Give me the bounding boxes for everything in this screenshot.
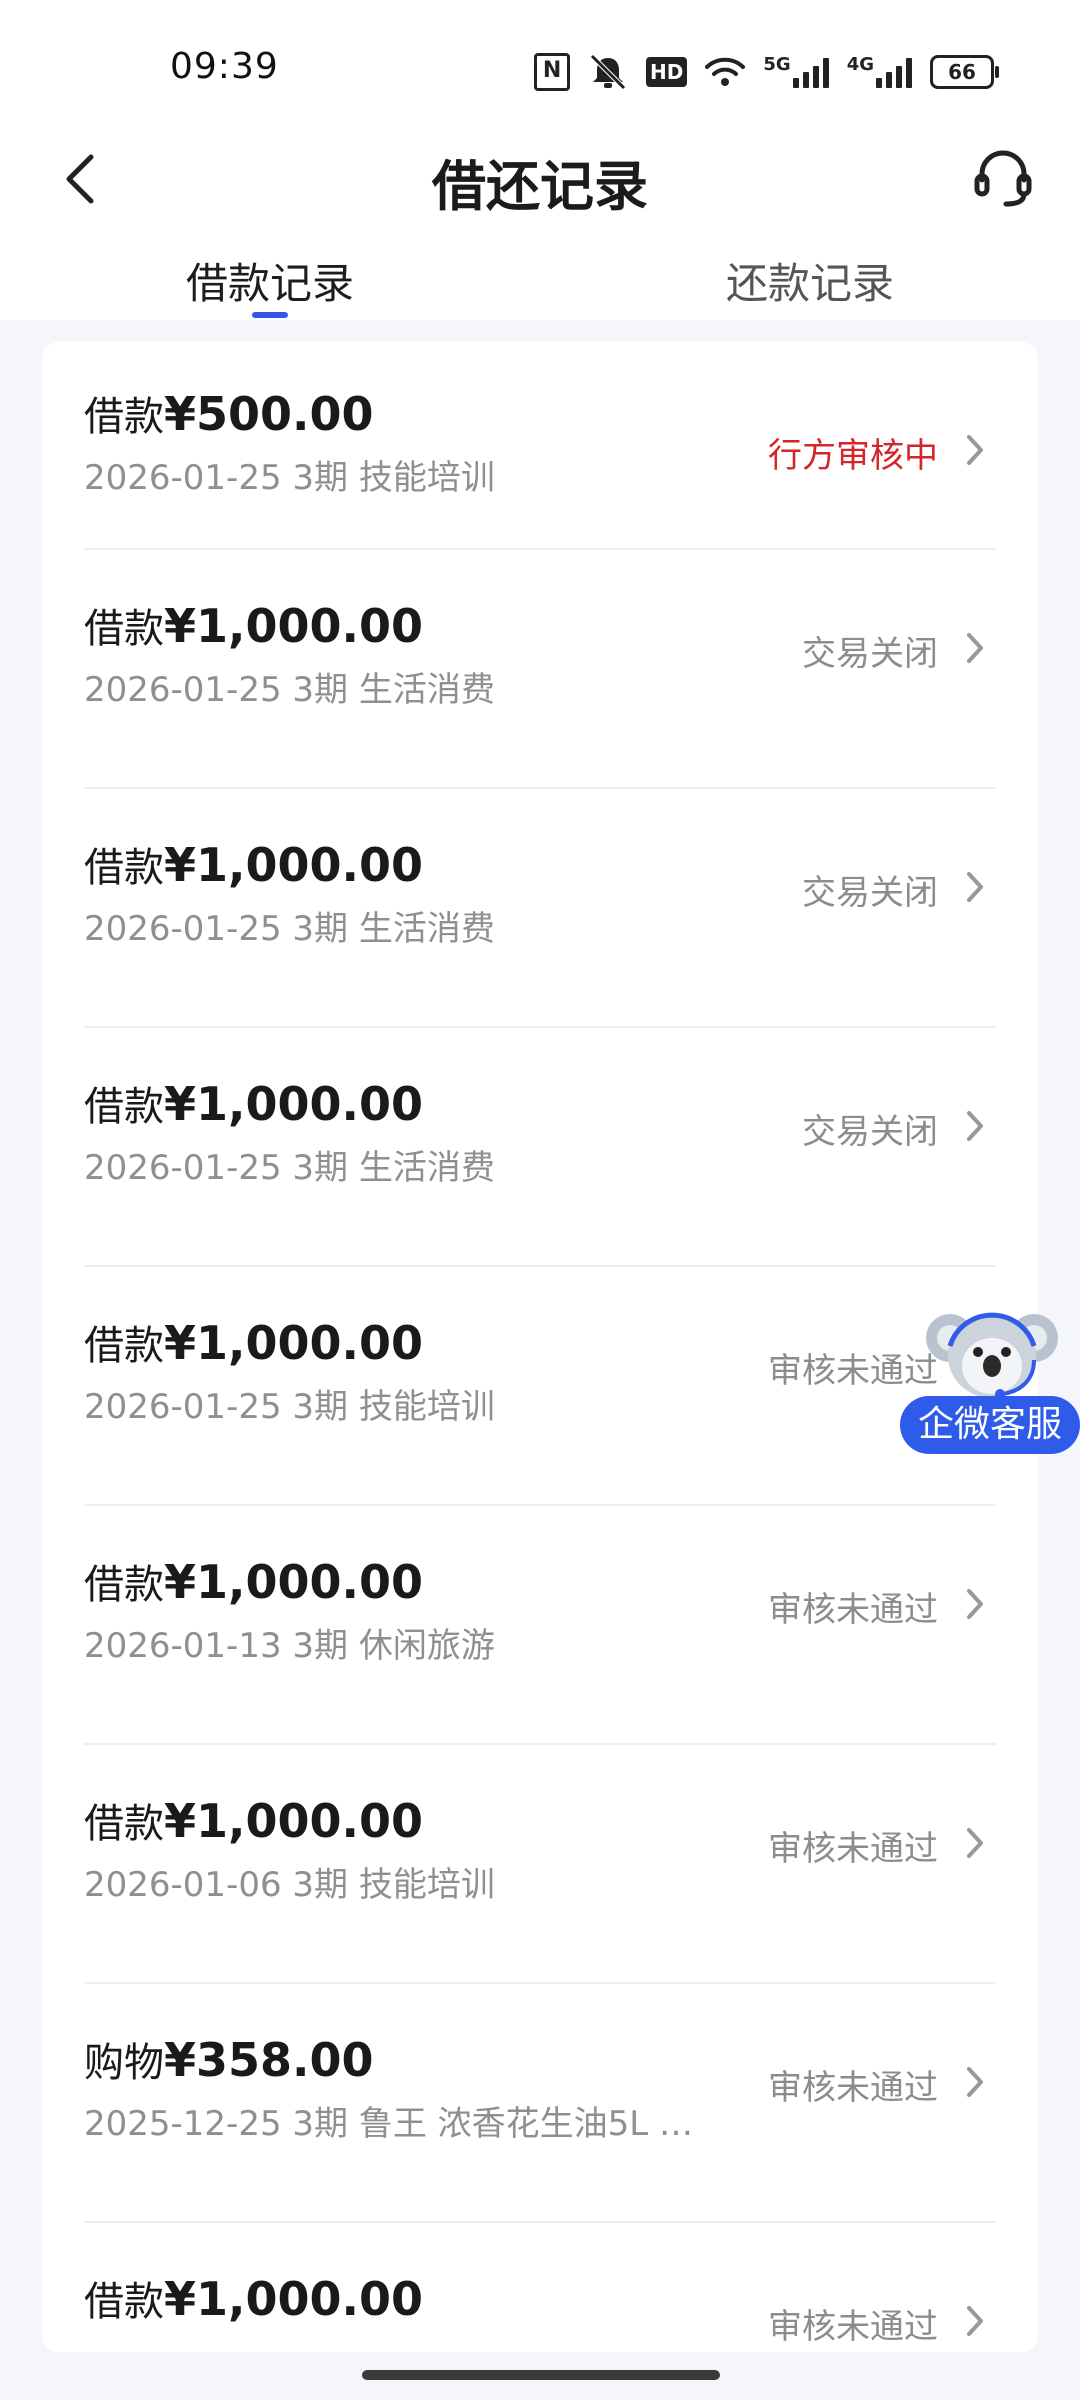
record-status: 交易关闭	[802, 873, 938, 913]
app-header: 借还记录	[0, 120, 1080, 240]
record-status: 交易关闭	[802, 1112, 938, 1152]
headset-icon	[974, 150, 1032, 207]
wecom-service-float-button[interactable]: 企微客服	[900, 1300, 1080, 1460]
mute-bell-icon	[588, 52, 628, 92]
status-icons: N HD 5G 4G 66	[534, 48, 999, 96]
record-tabs: 借款记录 还款记录	[0, 240, 1080, 320]
chevron-right-icon	[960, 430, 990, 470]
list-item[interactable]: 借款¥1,000.00 审核未通过	[84, 2223, 996, 2352]
wecom-service-label: 企微客服	[900, 1396, 1080, 1454]
list-item[interactable]: 借款¥1,000.00 2026-01-25 3期 生活消费 交易关闭	[84, 789, 996, 1028]
tab-repay-records[interactable]: 还款记录	[630, 250, 990, 311]
status-time: 09:39	[170, 46, 279, 87]
record-status: 交易关闭	[802, 634, 938, 674]
record-title: 借款¥1,000.00	[84, 838, 423, 892]
chevron-right-icon	[960, 1106, 990, 1146]
record-title: 借款¥1,000.00	[84, 1555, 423, 1609]
record-title: 借款¥1,000.00	[84, 1077, 423, 1131]
record-meta: 2026-01-13 3期 休闲旅游	[84, 1626, 495, 1666]
gesture-nav-bar	[0, 2352, 1080, 2400]
tab-borrow-records[interactable]: 借款记录	[90, 250, 450, 311]
nfc-icon: N	[534, 52, 571, 92]
record-meta: 2025-12-25 3期 鲁王 浓香花生油5L 10...	[84, 2104, 704, 2144]
customer-service-button[interactable]	[968, 142, 1038, 212]
list-item[interactable]: 借款¥1,000.00 2026-01-25 3期 生活消费 交易关闭	[84, 550, 996, 789]
chevron-right-icon	[960, 2062, 990, 2102]
chevron-right-icon	[960, 2301, 990, 2341]
record-title: 借款¥500.00	[84, 387, 374, 441]
status-bar: 09:39 N HD 5G 4G 66	[0, 0, 1080, 120]
record-status: 审核未通过	[768, 1829, 938, 1869]
record-title: 借款¥1,000.00	[84, 599, 423, 653]
record-meta: 2026-01-25 3期 技能培训	[84, 458, 495, 498]
battery-icon: 66	[930, 52, 999, 92]
record-status: 审核未通过	[768, 2068, 938, 2108]
record-meta: 2026-01-06 3期 技能培训	[84, 1865, 495, 1905]
signal-5g-icon: 5G	[763, 52, 829, 92]
record-list: 借款¥500.00 2026-01-25 3期 技能培训 行方审核中 借款¥1,…	[42, 342, 1038, 2352]
wifi-icon	[705, 52, 746, 92]
koala-mascot-icon	[926, 1312, 1058, 1399]
signal-4g-icon: 4G	[847, 52, 912, 92]
chevron-right-icon	[960, 628, 990, 668]
record-meta: 2026-01-25 3期 生活消费	[84, 1148, 495, 1188]
list-item[interactable]: 借款¥1,000.00 2026-01-25 3期 技能培训 审核未通过	[84, 1267, 996, 1506]
tab-active-indicator	[252, 312, 288, 318]
list-item[interactable]: 借款¥1,000.00 2026-01-13 3期 休闲旅游 审核未通过	[84, 1506, 996, 1745]
list-item[interactable]: 借款¥1,000.00 2026-01-25 3期 生活消费 交易关闭	[84, 1028, 996, 1267]
list-item[interactable]: 购物¥358.00 2025-12-25 3期 鲁王 浓香花生油5L 10...…	[84, 1984, 996, 2223]
record-title: 购物¥358.00	[84, 2033, 374, 2087]
record-meta: 2026-01-25 3期 生活消费	[84, 909, 495, 949]
chevron-right-icon	[960, 1584, 990, 1624]
record-status: 审核未通过	[768, 2307, 938, 2347]
record-title: 借款¥1,000.00	[84, 2272, 423, 2326]
chevron-right-icon	[960, 867, 990, 907]
page-title: 借还记录	[432, 155, 648, 218]
record-status: 审核未通过	[768, 1590, 938, 1630]
list-item[interactable]: 借款¥1,000.00 2026-01-06 3期 技能培训 审核未通过	[84, 1745, 996, 1984]
home-indicator[interactable]	[362, 2370, 720, 2380]
record-meta: 2026-01-25 3期 技能培训	[84, 1387, 495, 1427]
chevron-right-icon	[960, 1823, 990, 1863]
list-item[interactable]: 借款¥500.00 2026-01-25 3期 技能培训 行方审核中	[84, 342, 996, 550]
record-status: 行方审核中	[768, 436, 938, 476]
record-title: 借款¥1,000.00	[84, 1794, 423, 1848]
record-title: 借款¥1,000.00	[84, 1316, 423, 1370]
record-meta: 2026-01-25 3期 生活消费	[84, 670, 495, 710]
hd-icon: HD	[646, 52, 688, 92]
